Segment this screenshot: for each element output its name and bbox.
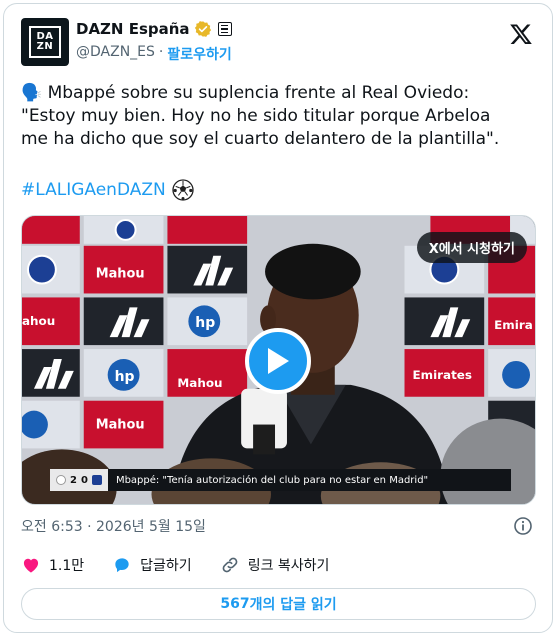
play-icon bbox=[268, 348, 289, 374]
reply-label: 답글하기 bbox=[140, 558, 192, 574]
dazn-logo: DA ZN bbox=[29, 26, 61, 58]
watch-on-x-button[interactable]: X에서 시청하기 bbox=[416, 232, 527, 263]
ticker-caption: Mbappé: "Tenía autorización del club par… bbox=[115, 474, 429, 486]
author-name-row: DAZN España bbox=[76, 20, 232, 38]
video-player[interactable]: Mahou Mahou Mahou ahou Emirates Emira hp… bbox=[21, 215, 536, 505]
affiliate-badge-icon bbox=[217, 22, 232, 36]
sponsor-hp-1: hp bbox=[195, 315, 215, 331]
soccer-ball-icon bbox=[172, 179, 194, 201]
sponsor-emirates: Emirates bbox=[412, 368, 472, 382]
sponsor-mahou-2: Mahou bbox=[177, 376, 222, 390]
read-replies-button[interactable]: 567 개의 답글 읽기 bbox=[21, 588, 536, 620]
play-button[interactable] bbox=[245, 328, 311, 394]
action-bar: 1.1만 답글하기 링크 복사하기 bbox=[21, 555, 357, 575]
reply-button[interactable]: 답글하기 bbox=[112, 555, 192, 575]
link-icon bbox=[222, 557, 238, 573]
ticker-home-crest bbox=[56, 475, 66, 485]
info-icon[interactable] bbox=[513, 516, 533, 536]
hashtag-link[interactable]: #LALIGAenDAZN bbox=[21, 180, 166, 200]
ticker-score: 2 0 bbox=[50, 469, 108, 491]
sponsor-mahou-3: Mahou bbox=[96, 418, 145, 433]
handle[interactable]: @DAZN_ES bbox=[76, 44, 155, 64]
sponsor-emira: Emira bbox=[494, 318, 533, 332]
ticker-away-crest bbox=[91, 475, 102, 485]
reply-icon bbox=[115, 558, 129, 573]
sponsor-hp-2: hp bbox=[115, 369, 135, 385]
tweet-text: 🗣️ Mbappé sobre su suplencia frente al R… bbox=[21, 83, 500, 149]
hashtag-line: #LALIGAenDAZN bbox=[21, 179, 194, 201]
follow-button[interactable]: 팔로우하기 bbox=[167, 44, 231, 64]
avatar[interactable]: DA ZN bbox=[21, 18, 69, 66]
handle-row: @DAZN_ES · 팔로우하기 bbox=[76, 44, 232, 64]
reply-count: 567 bbox=[220, 596, 250, 612]
ticker-away-score: 0 bbox=[80, 474, 88, 486]
timestamp[interactable]: 오전 6:53 · 2026년 5월 15일 bbox=[21, 516, 206, 536]
like-count: 1.1만 bbox=[49, 558, 85, 574]
copy-link-button[interactable]: 링크 복사하기 bbox=[220, 555, 330, 575]
tweet-card: DA ZN DAZN España @DAZN_ES · 팔로우하기 🗣️ Mba… bbox=[3, 3, 553, 633]
separator: · bbox=[158, 44, 164, 60]
read-replies-label: 개의 답글 읽기 bbox=[249, 597, 337, 613]
verified-badge-icon bbox=[194, 21, 211, 37]
sponsor-ahou: ahou bbox=[22, 314, 55, 328]
display-name[interactable]: DAZN España bbox=[76, 20, 190, 38]
heart-icon bbox=[23, 558, 39, 573]
microphone bbox=[241, 388, 287, 455]
copy-link-label: 링크 복사하기 bbox=[247, 558, 330, 574]
like-button[interactable]: 1.1만 bbox=[21, 555, 84, 575]
ticker-home-score: 2 bbox=[70, 474, 77, 486]
sponsor-mahou-1: Mahou bbox=[96, 267, 145, 282]
x-logo-icon[interactable] bbox=[509, 22, 533, 46]
broadcast-ticker: 2 0 Mbappé: "Tenía autorización del club… bbox=[50, 469, 511, 491]
